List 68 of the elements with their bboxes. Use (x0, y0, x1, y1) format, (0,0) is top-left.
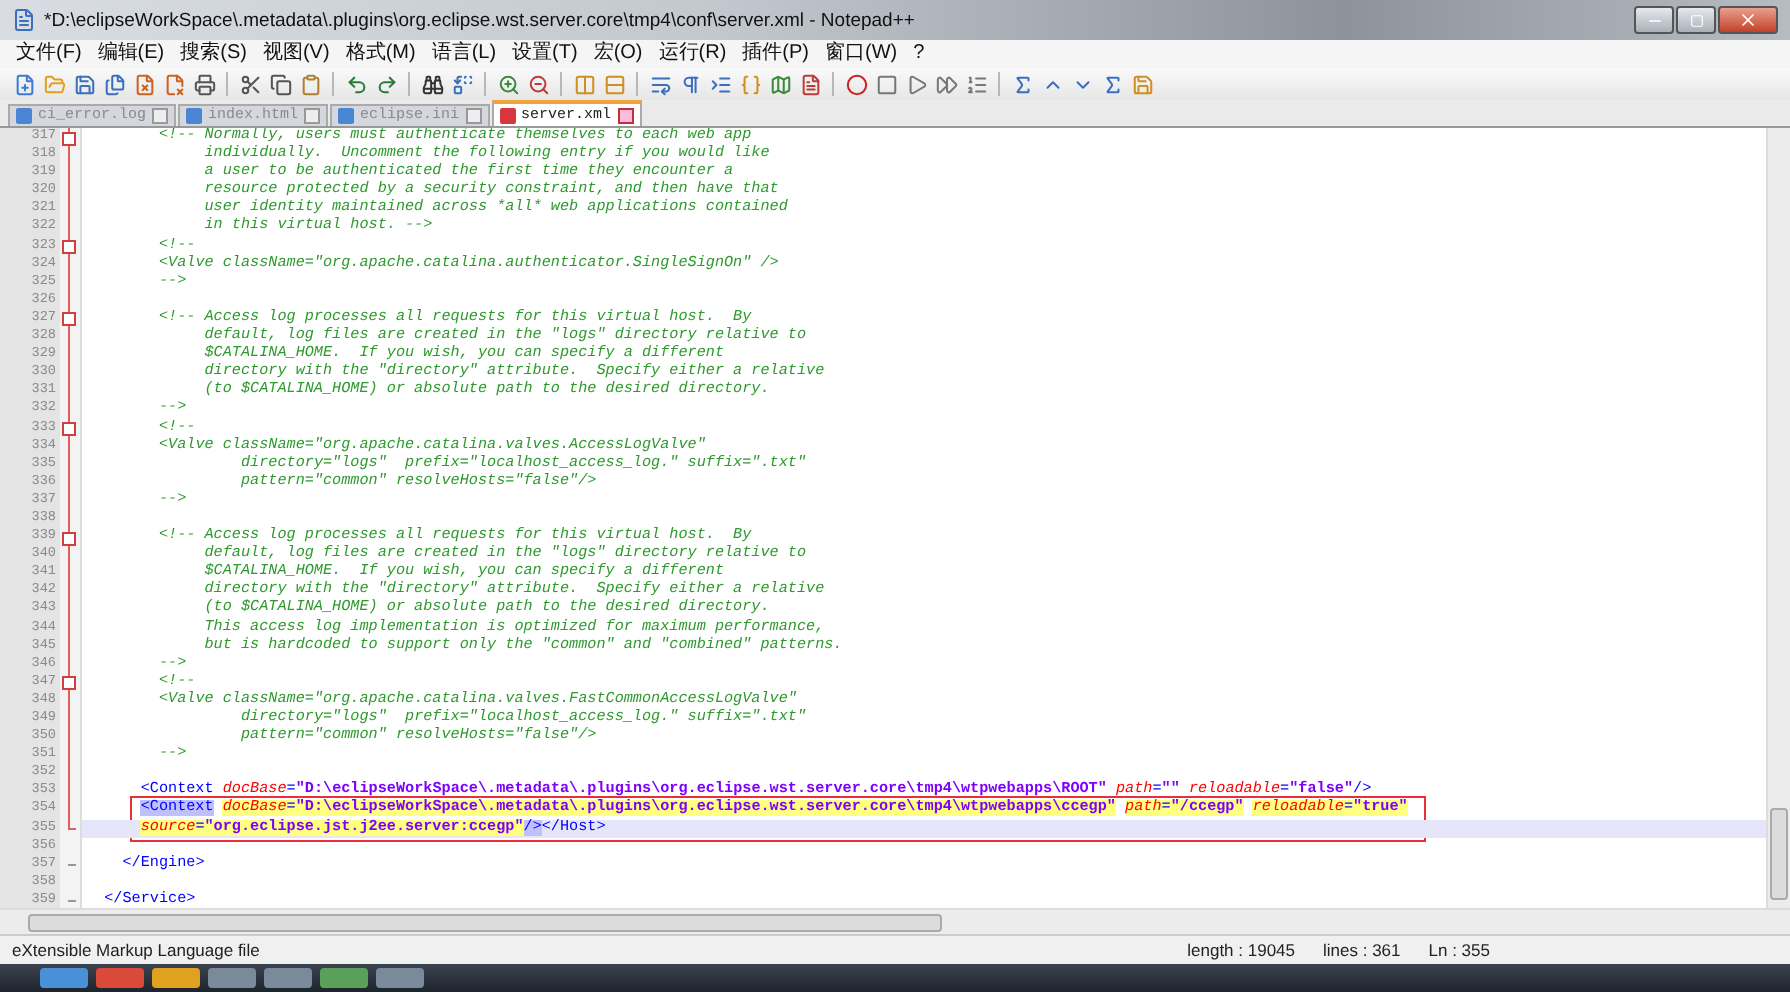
save-icon[interactable] (72, 72, 96, 96)
menu-item[interactable]: 格式(M) (345, 42, 416, 66)
fold-toggle[interactable] (62, 312, 76, 327)
fast-forward-icon[interactable] (934, 72, 958, 96)
status-field: lines : 361 (1323, 940, 1401, 960)
menu-item[interactable]: ? (913, 42, 925, 66)
window-title: *D:\eclipseWorkSpace\.metadata\.plugins\org.eclipse.wst.server.core\tmp4\conf\server.xml - Notepad++ (44, 9, 917, 31)
printer-icon[interactable] (192, 72, 216, 96)
map-icon[interactable] (768, 72, 792, 96)
menu-item[interactable]: 编辑(E) (97, 42, 165, 66)
file-type: eXtensible Markup Language file (12, 940, 260, 960)
menu-item[interactable]: 语言(L) (431, 42, 497, 66)
menu-item[interactable]: 插件(P) (742, 42, 810, 66)
maximize-button[interactable] (1676, 6, 1716, 34)
record-icon[interactable] (844, 72, 868, 96)
new-file-icon[interactable] (12, 72, 36, 96)
scrollbar-thumb[interactable] (1770, 808, 1788, 900)
pilcrow-icon[interactable] (678, 72, 702, 96)
clipboard-icon[interactable] (298, 72, 322, 96)
rows-icon[interactable] (602, 72, 626, 96)
indent-icon[interactable] (708, 72, 732, 96)
menu-item[interactable]: 文件(F) (16, 42, 82, 66)
fold-toggle[interactable] (62, 422, 76, 436)
menu-item[interactable]: 宏(O) (593, 42, 643, 66)
close-icon[interactable] (617, 107, 634, 123)
search-icon[interactable] (420, 72, 444, 96)
scissors-icon[interactable] (238, 72, 262, 96)
menu-item[interactable]: 窗口(W) (825, 42, 898, 66)
list-icon[interactable] (964, 72, 988, 96)
maximize-icon (1689, 13, 1703, 27)
columns-icon[interactable] (572, 72, 596, 96)
close-icon[interactable] (465, 108, 482, 124)
replace-icon[interactable] (450, 72, 474, 96)
editor[interactable] (0, 128, 1790, 908)
redo-icon[interactable] (374, 72, 398, 96)
wrap-text-icon[interactable] (648, 72, 672, 96)
stop-icon[interactable] (874, 72, 898, 96)
minimize-button[interactable] (1634, 6, 1674, 34)
fold-toggle[interactable] (62, 531, 76, 546)
zoom-in-icon[interactable] (496, 72, 520, 96)
folder-icon[interactable] (42, 72, 66, 96)
horizontal-scrollbar[interactable] (0, 908, 1790, 934)
undo-icon[interactable] (344, 72, 368, 96)
play-icon[interactable] (904, 72, 928, 96)
close-icon (1738, 10, 1758, 30)
zoom-out-icon[interactable] (526, 72, 550, 96)
menu-item[interactable]: 搜索(S) (180, 42, 247, 66)
menu-item[interactable]: 运行(R) (658, 42, 727, 66)
file-x-icon[interactable] (132, 72, 156, 96)
files-icon[interactable] (102, 72, 126, 96)
fold-toggle[interactable] (62, 240, 76, 255)
close-icon[interactable] (152, 108, 169, 124)
menu-item[interactable]: 设置(T) (512, 42, 578, 66)
close-icon[interactable] (304, 108, 321, 124)
save-icon[interactable] (1130, 72, 1154, 96)
braces-icon[interactable] (738, 72, 762, 96)
copy-icon[interactable] (268, 72, 292, 96)
fold-toggle[interactable] (62, 676, 76, 691)
status-field: Ln : 355 (1428, 940, 1490, 960)
document-icon[interactable] (798, 72, 822, 96)
app-icon (12, 8, 36, 32)
file-x-icon[interactable] (162, 72, 186, 96)
status-field: length : 19045 (1187, 940, 1296, 960)
scrollbar-thumb[interactable] (28, 914, 942, 932)
fold-toggle[interactable] (62, 131, 76, 145)
vertical-scrollbar[interactable] (1766, 128, 1790, 908)
menu-item[interactable]: 视图(V) (262, 42, 330, 66)
close-button[interactable] (1718, 6, 1778, 34)
